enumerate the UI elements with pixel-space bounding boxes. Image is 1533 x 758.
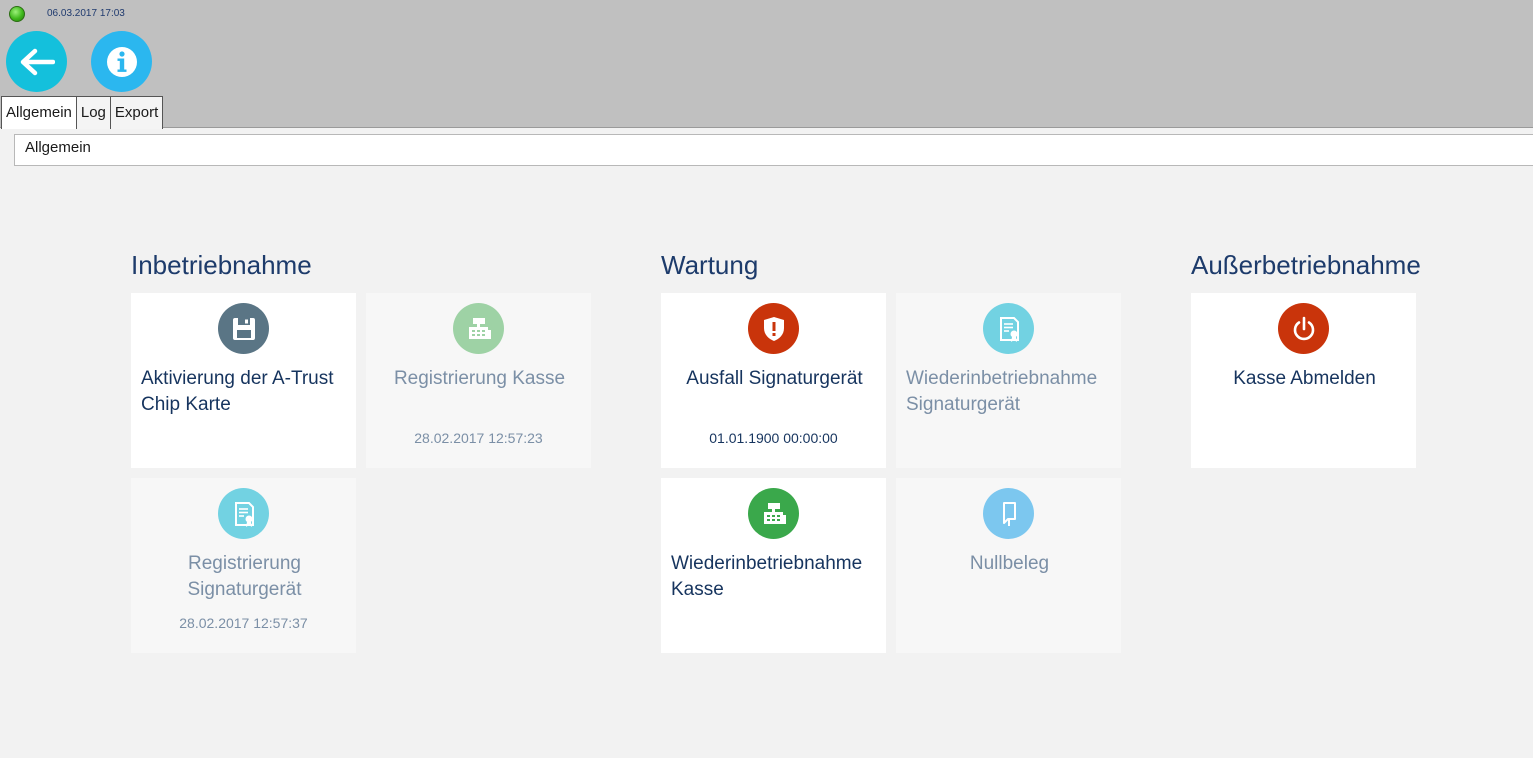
- tile-kasse-abmelden[interactable]: Kasse Abmelden: [1191, 293, 1416, 468]
- tile-timestamp: 01.01.1900 00:00:00: [709, 430, 838, 446]
- info-button[interactable]: [91, 31, 152, 92]
- cash-register-icon: [748, 488, 799, 539]
- arrow-left-icon: [20, 48, 55, 75]
- tile-label: Aktivierung der A-Trust Chip Karte: [141, 368, 334, 415]
- info-icon: [106, 46, 137, 77]
- tab-log[interactable]: Log: [75, 96, 111, 129]
- group-title-wartung: Wartung: [661, 250, 759, 280]
- tile-label: Registrierung Kasse: [393, 368, 566, 389]
- tile-label: Kasse Abmelden: [1233, 368, 1376, 389]
- certificate-icon: [218, 488, 269, 539]
- receipt-icon: [983, 488, 1034, 539]
- section-header: Allgemein: [14, 134, 1533, 166]
- save-icon: [218, 303, 269, 354]
- tab-bar: Allgemein Log Export: [1, 96, 164, 129]
- power-icon: [1278, 303, 1329, 354]
- tile-aktivierung-chip-karte[interactable]: Aktivierung der A-Trust Chip Karte: [131, 293, 356, 468]
- tab-allgemein[interactable]: Allgemein: [1, 96, 77, 129]
- tab-export[interactable]: Export: [109, 96, 164, 129]
- top-bar: 06.03.2017 17:03 Allgemein Log Export: [0, 0, 1533, 129]
- tile-wiederinbetriebnahme-kasse[interactable]: Wiederinbetriebnahme Kasse: [661, 478, 886, 653]
- tile-label: Ausfall Signaturgerät: [686, 368, 863, 389]
- tile-nullbeleg[interactable]: Nullbeleg: [896, 478, 1121, 653]
- tile-registrierung-kasse[interactable]: Registrierung Kasse 28.02.2017 12:57:23: [366, 293, 591, 468]
- cash-register-icon: [453, 303, 504, 354]
- tile-timestamp: 28.02.2017 12:57:23: [414, 430, 543, 446]
- certificate-icon: [983, 303, 1034, 354]
- status-datetime: 06.03.2017 17:03: [47, 8, 125, 19]
- tile-label: Wiederinbetriebnahme Kasse: [671, 553, 863, 600]
- status-indicator-icon: [9, 6, 25, 22]
- group-title-inbetriebnahme: Inbetriebnahme: [131, 250, 312, 280]
- shield-alert-icon: [748, 303, 799, 354]
- tile-label: Nullbeleg: [969, 553, 1050, 574]
- tile-ausfall-signaturgeraet[interactable]: Ausfall Signaturgerät 01.01.1900 00:00:0…: [661, 293, 886, 468]
- tile-wiederinbetriebnahme-signaturgeraet[interactable]: Wiederinbetriebnahme Signaturgerät: [896, 293, 1121, 468]
- group-title-ausserbetriebnahme: Außerbetriebnahme: [1191, 250, 1421, 280]
- tile-registrierung-signaturgeraet[interactable]: Registrierung Signaturgerät 28.02.2017 1…: [131, 478, 356, 653]
- tile-label: Registrierung Signaturgerät: [187, 553, 302, 600]
- tile-timestamp: 28.02.2017 12:57:37: [179, 615, 308, 631]
- tile-label: Wiederinbetriebnahme Signaturgerät: [906, 368, 1098, 415]
- back-button[interactable]: [6, 31, 67, 92]
